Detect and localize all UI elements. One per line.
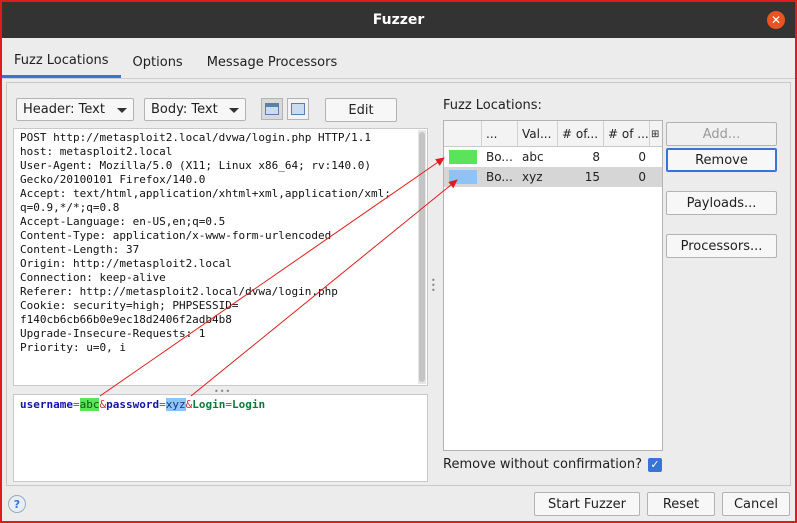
header-line: q=0.9,*/*;q=0.8 bbox=[20, 201, 120, 214]
param-key-login: Login bbox=[192, 398, 226, 411]
header-view-select[interactable]: Header: Text bbox=[16, 98, 134, 121]
table-header: ... Val... # of... # of ... ⊞ bbox=[444, 121, 662, 147]
close-icon[interactable]: ✕ bbox=[767, 11, 785, 29]
fuzzer-dialog: Fuzzer ✕ Fuzz Locations Options Message … bbox=[0, 0, 797, 523]
table-row[interactable]: Bo... abc 8 0 bbox=[444, 147, 662, 167]
location-cell: Bo... bbox=[486, 170, 513, 184]
processors-button[interactable]: Processors... bbox=[666, 234, 777, 258]
column-location[interactable]: ... bbox=[482, 121, 518, 147]
location-color-swatch bbox=[449, 170, 477, 184]
add-button[interactable]: Add... bbox=[666, 122, 777, 146]
body-view-select[interactable]: Body: Text bbox=[144, 98, 246, 121]
header-line: Origin: http://metasploit2.local bbox=[20, 257, 232, 270]
vertical-splitter-handle[interactable]: • • • bbox=[431, 277, 436, 295]
remove-without-confirmation-checkbox[interactable]: ✓ bbox=[647, 457, 662, 472]
column-chooser-icon[interactable]: ⊞ bbox=[650, 121, 662, 147]
header-view-label: Header: Text bbox=[23, 102, 105, 117]
title-bar: Fuzzer ✕ bbox=[2, 2, 795, 38]
chevron-down-icon bbox=[229, 108, 239, 113]
header-line: Connection: keep-alive bbox=[20, 271, 166, 284]
column-processors-count[interactable]: # of ... bbox=[604, 121, 650, 147]
equals-sign: = bbox=[72, 398, 80, 411]
header-line: POST http://metasploit2.local/dvwa/login… bbox=[20, 131, 371, 144]
request-body-text[interactable]: username=abc&password=xyz&Login=Login bbox=[13, 394, 428, 482]
remove-without-confirmation-row: Remove without confirmation? ✓ bbox=[443, 457, 662, 472]
equals-sign: = bbox=[225, 398, 232, 411]
column-value[interactable]: Val... bbox=[518, 121, 558, 147]
split-horizontal-icon bbox=[265, 103, 279, 115]
remove-button[interactable]: Remove bbox=[666, 148, 777, 172]
location-cell: Bo... bbox=[486, 150, 513, 164]
edit-button[interactable]: Edit bbox=[325, 98, 397, 122]
header-line: Cookie: security=high; PHPSESSID= bbox=[20, 299, 239, 312]
equals-sign: = bbox=[159, 398, 166, 411]
fuzz-locations-table[interactable]: ... Val... # of... # of ... ⊞ Bo... abc … bbox=[443, 120, 663, 451]
chevron-down-icon bbox=[117, 108, 127, 113]
param-key-username: username bbox=[20, 398, 73, 411]
header-line: User-Agent: Mozilla/5.0 (X11; Linux x86_… bbox=[20, 159, 371, 172]
scrollbar-thumb[interactable] bbox=[419, 132, 425, 382]
processors-count-cell: 0 bbox=[638, 150, 646, 164]
fuzz-locations-label: Fuzz Locations: bbox=[443, 98, 542, 113]
header-line: Accept-Language: en-US,en;q=0.5 bbox=[20, 215, 226, 228]
processors-count-cell: 0 bbox=[638, 170, 646, 184]
header-line: host: metasploit2.local bbox=[20, 145, 173, 158]
reset-button[interactable]: Reset bbox=[647, 492, 715, 516]
header-line: Content-Type: application/x-www-form-url… bbox=[20, 229, 332, 242]
body-view-label: Body: Text bbox=[151, 102, 218, 117]
payloads-button[interactable]: Payloads... bbox=[666, 191, 777, 215]
split-horizontal-button[interactable] bbox=[261, 98, 283, 120]
value-cell: abc bbox=[522, 150, 544, 164]
split-vertical-icon bbox=[291, 103, 305, 115]
header-line: Content-Length: 37 bbox=[20, 243, 140, 256]
payloads-count-cell: 15 bbox=[584, 170, 600, 184]
param-key-password: password bbox=[106, 398, 160, 411]
start-fuzzer-button[interactable]: Start Fuzzer bbox=[534, 492, 640, 516]
header-line: Accept: text/html,application/xhtml+xml,… bbox=[20, 187, 391, 200]
tab-bar: Fuzz Locations Options Message Processor… bbox=[2, 46, 349, 78]
table-row[interactable]: Bo... xyz 15 0 bbox=[444, 167, 662, 187]
fuzz-location-xyz[interactable]: xyz bbox=[165, 398, 186, 411]
request-header-text[interactable]: POST http://metasploit2.local/dvwa/login… bbox=[13, 128, 428, 386]
header-scrollbar[interactable] bbox=[418, 130, 426, 384]
fuzz-location-abc[interactable]: abc bbox=[79, 398, 100, 411]
value-cell: xyz bbox=[522, 170, 543, 184]
payloads-count-cell: 8 bbox=[592, 150, 600, 164]
param-value-login: Login bbox=[231, 398, 266, 411]
header-line: Upgrade-Insecure-Requests: 1 bbox=[20, 327, 206, 340]
header-line: Gecko/20100101 Firefox/140.0 bbox=[20, 173, 206, 186]
tab-divider bbox=[2, 78, 795, 79]
tab-options[interactable]: Options bbox=[121, 46, 195, 78]
header-line: Referer: http://metasploit2.local/dvwa/l… bbox=[20, 285, 338, 298]
tab-fuzz-locations[interactable]: Fuzz Locations bbox=[2, 46, 121, 78]
help-icon[interactable]: ? bbox=[8, 495, 26, 513]
location-color-swatch bbox=[449, 150, 477, 164]
split-vertical-button[interactable] bbox=[287, 98, 309, 120]
column-color[interactable] bbox=[444, 121, 482, 147]
column-payloads-count[interactable]: # of... bbox=[558, 121, 604, 147]
header-line: f140cb6cb66b0e9ec18d2406f2adb4b8 bbox=[20, 313, 232, 326]
remove-without-confirmation-label: Remove without confirmation? bbox=[443, 457, 642, 472]
window-title: Fuzzer bbox=[372, 12, 425, 28]
tab-message-processors[interactable]: Message Processors bbox=[195, 46, 350, 78]
header-line: Priority: u=0, i bbox=[20, 341, 126, 354]
cancel-button[interactable]: Cancel bbox=[722, 492, 790, 516]
